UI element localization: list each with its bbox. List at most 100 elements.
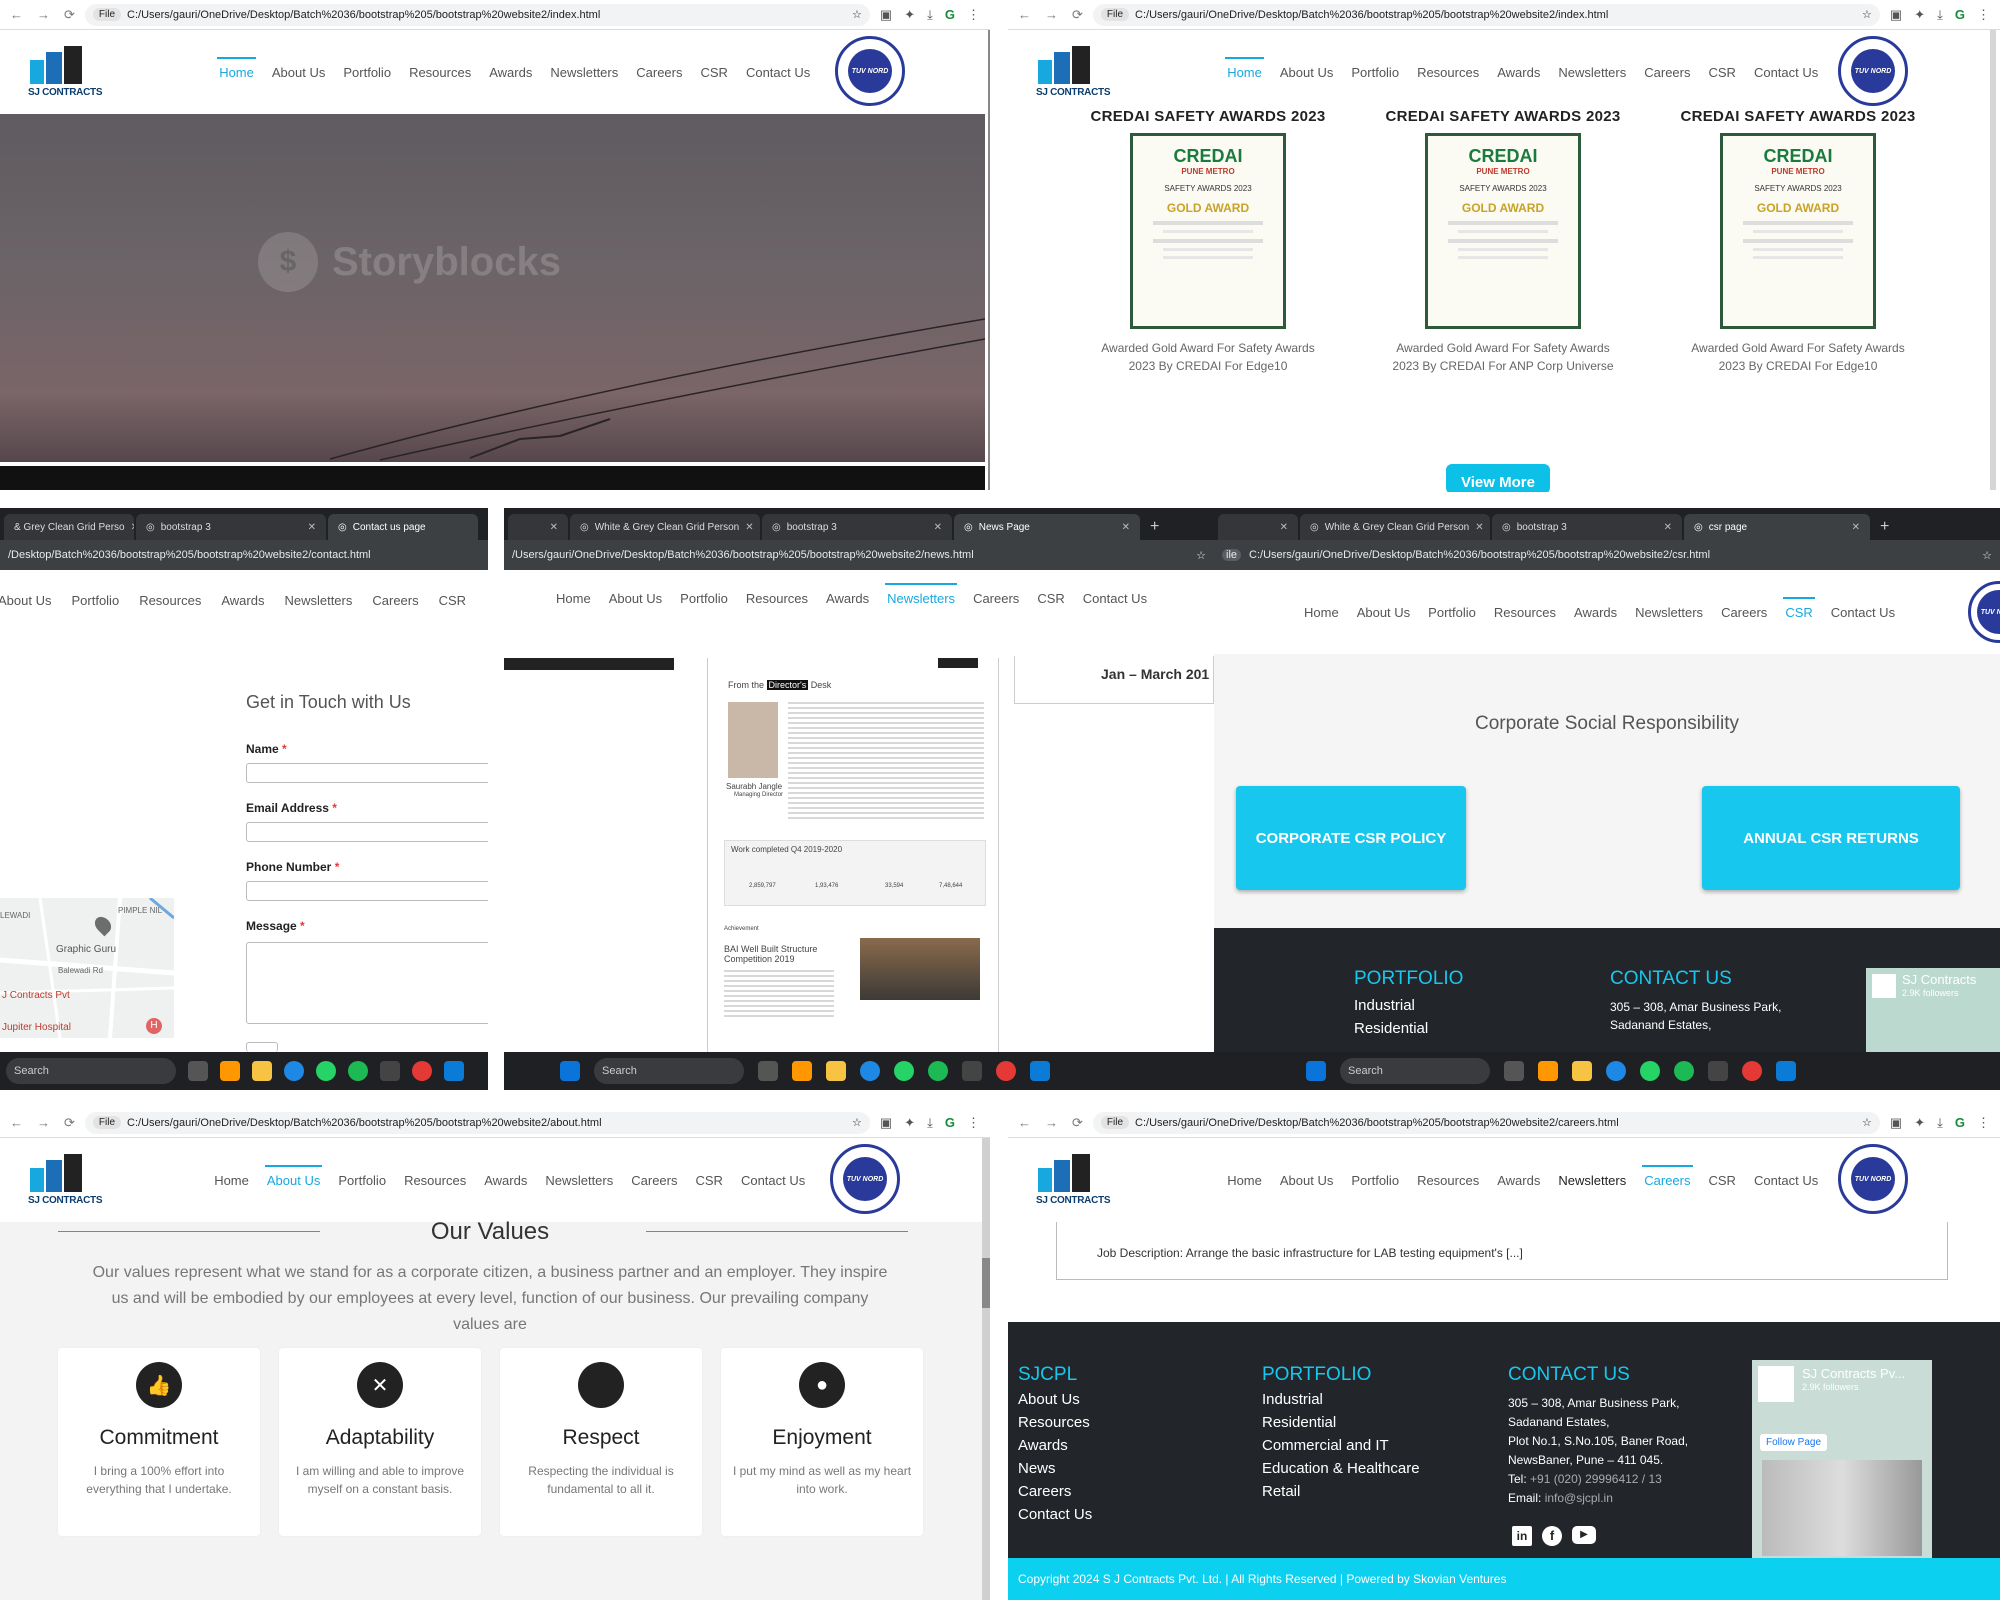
nav-home[interactable]: Home — [1302, 599, 1341, 626]
message-field[interactable] — [246, 942, 488, 1024]
forward-icon[interactable]: → — [1045, 1115, 1058, 1131]
nav-resources[interactable]: Resources — [137, 587, 203, 614]
captcha-checkbox[interactable] — [246, 1042, 278, 1052]
facebook-widget[interactable]: SJ Contracts Pv... 2.9K followers Follow… — [1752, 1360, 1932, 1558]
chrome-icon[interactable] — [1742, 1061, 1762, 1081]
spotify-icon[interactable] — [348, 1061, 368, 1081]
nav-careers[interactable]: Careers — [1719, 599, 1769, 626]
nav-portfolio[interactable]: Portfolio — [336, 1167, 388, 1194]
newsletter-page[interactable]: From the Director's Desk Saurabh Jangle … — [707, 658, 999, 1058]
nav-resources[interactable]: Resources — [744, 585, 810, 612]
hero-video[interactable]: $ Storyblocks — [0, 114, 985, 464]
forward-icon[interactable]: → — [37, 7, 50, 23]
vscode-icon[interactable] — [1776, 1061, 1796, 1081]
forward-icon[interactable]: → — [37, 1115, 50, 1131]
url-field[interactable]: ile C:/Users/gauri/OneDrive/Desktop/Batch… — [1214, 540, 2000, 570]
nav-newsletters[interactable]: Newsletters — [282, 587, 354, 614]
nav-awards[interactable]: Awards — [824, 585, 871, 612]
chrome-icon[interactable] — [412, 1061, 432, 1081]
nav-portfolio[interactable]: Portfolio — [69, 587, 121, 614]
forward-icon[interactable]: → — [1045, 7, 1058, 23]
back-icon[interactable]: ← — [1018, 1115, 1031, 1131]
nav-resources[interactable]: Resources — [407, 59, 473, 86]
award-certificate[interactable]: CREDAI PUNE METRO SAFETY AWARDS 2023 GOLD A… — [1720, 133, 1876, 329]
nav-newsletters[interactable]: Newsletters — [548, 59, 620, 86]
nav-home[interactable]: Home — [1225, 1167, 1264, 1194]
nav-home[interactable]: Home — [212, 1167, 251, 1194]
sublime-icon[interactable] — [220, 1061, 240, 1081]
menu-icon[interactable]: ⋮ — [967, 7, 980, 23]
tab-grid[interactable]: ◎ White & Grey Clean Grid Person ✕ — [1300, 514, 1490, 540]
name-field[interactable] — [246, 763, 488, 783]
taskbar-search[interactable]: Search — [6, 1058, 176, 1084]
tab-previous[interactable]: ✕ — [508, 514, 568, 540]
download-icon[interactable]: ⤓ — [1937, 1115, 1943, 1131]
nav-contact[interactable]: Contact Us — [744, 59, 812, 86]
nav-careers[interactable]: Careers — [634, 59, 684, 86]
nav-careers[interactable]: Careers — [1642, 1164, 1693, 1194]
nav-csr[interactable]: CSR — [1035, 585, 1066, 612]
nav-about[interactable]: About Us — [270, 59, 327, 86]
nav-about[interactable]: About Us — [607, 585, 664, 612]
nav-newsletters[interactable]: Newsletters — [543, 1167, 615, 1194]
edge-icon[interactable] — [860, 1061, 880, 1081]
nav-resources[interactable]: Resources — [402, 1167, 468, 1194]
tab-csr[interactable]: ◎ csr page ✕ — [1684, 514, 1870, 540]
nav-about[interactable]: About Us — [1278, 59, 1335, 86]
star-icon[interactable]: ☆ — [852, 1116, 862, 1129]
puzzle-icon[interactable]: ✦ — [904, 7, 915, 23]
tab-bootstrap[interactable]: ◎ bootstrap 3 ✕ — [762, 514, 952, 540]
nav-awards[interactable]: Awards — [1495, 1167, 1542, 1194]
task-view-icon[interactable] — [758, 1061, 778, 1081]
job-card[interactable]: Job Description: Arrange the basic infra… — [1056, 1222, 1948, 1280]
linkedin-icon[interactable]: in — [1512, 1526, 1532, 1546]
footer-link[interactable]: Residential — [1354, 1017, 1428, 1040]
back-icon[interactable]: ← — [10, 7, 23, 23]
csr-policy-button[interactable]: CORPORATE CSR POLICY — [1236, 786, 1466, 890]
close-icon[interactable]: ✕ — [1122, 522, 1130, 533]
nav-newsletters[interactable]: Newsletters — [1556, 59, 1628, 86]
tab-bootstrap[interactable]: ◎ bootstrap 3 ✕ — [136, 514, 326, 540]
nav-portfolio[interactable]: Portfolio — [678, 585, 730, 612]
nav-csr[interactable]: CSR — [699, 59, 730, 86]
taskbar-search[interactable]: Search — [1340, 1058, 1490, 1084]
nav-newsletters[interactable]: Newsletters — [1633, 599, 1705, 626]
footer-link[interactable]: Residential — [1262, 1411, 1420, 1434]
footer-link[interactable]: Commercial and IT — [1262, 1434, 1420, 1457]
profile-icon[interactable]: G — [1955, 1115, 1965, 1131]
nav-awards[interactable]: Awards — [1572, 599, 1619, 626]
scrollbar[interactable] — [1990, 30, 1996, 490]
extension-icon[interactable]: ▣ — [880, 1115, 892, 1131]
url-field[interactable]: /Desktop/Batch%2036/bootstrap%205/bootst… — [0, 540, 488, 570]
chrome-icon[interactable] — [996, 1061, 1016, 1081]
reload-icon[interactable]: ⟳ — [1072, 7, 1083, 23]
nav-careers[interactable]: Careers — [370, 587, 420, 614]
whatsapp-icon[interactable] — [894, 1061, 914, 1081]
phone-field[interactable] — [246, 881, 488, 901]
nav-contact[interactable]: Contact Us — [1752, 59, 1820, 86]
close-icon[interactable]: ✕ — [934, 522, 942, 533]
whatsapp-icon[interactable] — [1640, 1061, 1660, 1081]
close-icon[interactable]: ✕ — [1852, 522, 1860, 533]
footer-link[interactable]: About Us — [1018, 1388, 1092, 1411]
reload-icon[interactable]: ⟳ — [64, 1115, 75, 1131]
url-field[interactable]: File C:/Users/gauri/OneDrive/Desktop/Batc… — [1092, 3, 1880, 26]
scrollbar[interactable] — [982, 1138, 990, 1600]
nav-newsletters[interactable]: Newsletters — [1556, 1167, 1628, 1194]
profile-icon[interactable]: G — [945, 7, 955, 23]
tab-contact[interactable]: ◎ Contact us page — [328, 514, 478, 540]
edge-icon[interactable] — [284, 1061, 304, 1081]
footer-link[interactable]: Industrial — [1354, 994, 1428, 1017]
reload-icon[interactable]: ⟳ — [64, 7, 75, 23]
footer-link[interactable]: Contact Us — [1018, 1503, 1092, 1526]
terminal-icon[interactable] — [380, 1061, 400, 1081]
footer-link[interactable]: Resources — [1018, 1411, 1092, 1434]
reload-icon[interactable]: ⟳ — [1072, 1115, 1083, 1131]
close-icon[interactable]: ✕ — [131, 522, 134, 533]
nav-careers[interactable]: Careers — [629, 1167, 679, 1194]
close-icon[interactable]: ✕ — [550, 522, 558, 533]
windows-start-icon[interactable] — [560, 1061, 580, 1081]
download-icon[interactable]: ⤓ — [1937, 7, 1943, 23]
taskbar-search[interactable]: Search — [594, 1058, 744, 1084]
terminal-icon[interactable] — [1708, 1061, 1728, 1081]
